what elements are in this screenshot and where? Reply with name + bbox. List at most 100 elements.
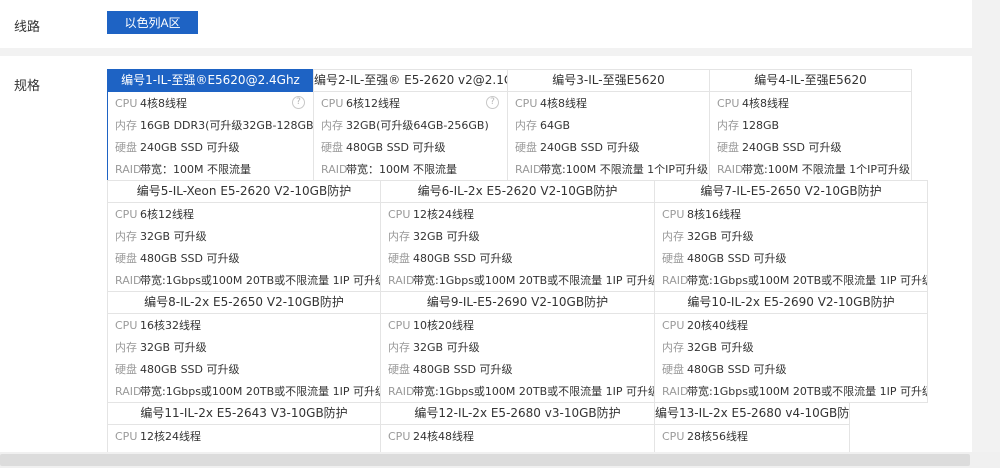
spec-card-8[interactable]: 编号8-IL-2x E5-2650 V2-10GB防护 CPU 16核32线程 内存 3… bbox=[107, 291, 381, 403]
spec-card-6[interactable]: 编号6-IL-2x E5-2620 V2-10GB防护 CPU 12核24线程 内存 3… bbox=[380, 180, 655, 292]
spec-key-raid: RAID bbox=[115, 384, 142, 398]
spec-key-disk: 硬盘 bbox=[115, 141, 137, 154]
spec-card-title: 编号4-IL-至强E5620 bbox=[710, 70, 911, 92]
spec-value-memory: 32GB 可升级 bbox=[687, 230, 754, 243]
spec-value-memory: 16GB DDR3(可升级32GB-128GB) bbox=[140, 119, 313, 132]
spec-value-cpu: 20核40线程 bbox=[687, 319, 748, 332]
spec-key-raid: RAID bbox=[717, 162, 744, 176]
spec-key-disk: 硬盘 bbox=[321, 141, 343, 154]
spec-value-disk: 480GB SSD 可升级 bbox=[140, 252, 240, 265]
spec-key-cpu: CPU bbox=[388, 318, 411, 332]
spec-value-disk: 480GB SSD 可升级 bbox=[413, 363, 513, 376]
spec-key-disk: 硬盘 bbox=[717, 141, 739, 154]
line-section: 线路 以色列A区 bbox=[0, 0, 972, 48]
spec-value-disk: 240GB SSD 可升级 bbox=[540, 141, 640, 154]
spec-value-memory: 32GB 可升级 bbox=[413, 230, 480, 243]
spec-row-raid: RAID 带宽:1Gbps或100M 20TB或不限流量 1IP 可升级 bbox=[381, 380, 654, 402]
line-option-israel-a-button[interactable]: 以色列A区 bbox=[107, 11, 198, 34]
spec-key-cpu: CPU bbox=[515, 96, 538, 110]
spec-key-memory: 内存 bbox=[115, 230, 137, 243]
spec-key-memory: 内存 bbox=[115, 341, 137, 354]
help-icon[interactable]: ? bbox=[486, 96, 499, 109]
spec-value-cpu: 10核20线程 bbox=[413, 319, 474, 332]
spec-card-9[interactable]: 编号9-IL-E5-2690 V2-10GB防护 CPU 10核20线程 内存 32GB… bbox=[380, 291, 655, 403]
spec-value-cpu: 24核48线程 bbox=[413, 430, 474, 443]
spec-key-memory: 内存 bbox=[321, 119, 343, 132]
spec-key-disk: 硬盘 bbox=[388, 252, 410, 265]
spec-value-raid: 带宽:100M 不限流量 1个IP可升级 bbox=[540, 163, 709, 176]
spec-row-raid: RAID 带宽:100M 不限流量 1个IP可升级 bbox=[710, 158, 911, 180]
scrollbar-thumb[interactable] bbox=[0, 454, 970, 466]
spec-key-raid: RAID bbox=[662, 384, 689, 398]
spec-key-disk: 硬盘 bbox=[662, 363, 684, 376]
spec-value-cpu: 8核16线程 bbox=[687, 208, 741, 221]
spec-row-disk: 硬盘 480GB SSD 可升级 bbox=[655, 358, 927, 380]
spec-card-title: 编号10-IL-2x E5-2690 V2-10GB防护 bbox=[655, 292, 927, 314]
spec-value-memory: 32GB 可升级 bbox=[413, 341, 480, 354]
spec-card-3[interactable]: 编号3-IL-至强E5620 CPU 4核8线程 内存 64GB 硬盘 240GB SSD … bbox=[507, 69, 710, 181]
spec-key-cpu: CPU bbox=[115, 429, 138, 443]
spec-card-title: 编号6-IL-2x E5-2620 V2-10GB防护 bbox=[381, 181, 654, 203]
spec-row-disk: 硬盘 480GB SSD 可升级 bbox=[381, 247, 654, 269]
spec-row-raid: RAID 带宽:1Gbps或100M 20TB或不限流量 1IP 可升级 bbox=[108, 380, 380, 402]
spec-key-cpu: CPU bbox=[388, 207, 411, 221]
spec-value-disk: 480GB SSD 可升级 bbox=[687, 252, 787, 265]
spec-key-cpu: CPU bbox=[662, 429, 685, 443]
spec-key-raid: RAID bbox=[662, 273, 689, 287]
spec-card-title: 编号1-IL-至强®E5620@2.4Ghz bbox=[108, 70, 313, 92]
spec-row-memory: 内存 32GB 可升级 bbox=[381, 225, 654, 247]
spec-value-disk: 240GB SSD 可升级 bbox=[742, 141, 842, 154]
spec-value-cpu: 6核12线程 bbox=[346, 97, 400, 110]
spec-value-raid: 带宽：100M 不限流量 bbox=[346, 163, 457, 176]
spec-value-raid: 带宽:1Gbps或100M 20TB或不限流量 1IP 可升级 bbox=[687, 385, 927, 398]
spec-key-memory: 内存 bbox=[662, 341, 684, 354]
spec-value-raid: 带宽:1Gbps或100M 20TB或不限流量 1IP 可升级 bbox=[413, 385, 654, 398]
spec-card-7[interactable]: 编号7-IL-E5-2650 V2-10GB防护 CPU 8核16线程 内存 32GB … bbox=[654, 180, 928, 292]
spec-card-10[interactable]: 编号10-IL-2x E5-2690 V2-10GB防护 CPU 20核40线程 内存… bbox=[654, 291, 928, 403]
spec-card-title: 编号12-IL-2x E5-2680 v3-10GB防护 bbox=[381, 403, 654, 425]
spec-value-memory: 32GB 可升级 bbox=[687, 341, 754, 354]
spec-key-cpu: CPU bbox=[662, 207, 685, 221]
spec-row-disk: 硬盘 480GB SSD 可升级 bbox=[655, 247, 927, 269]
spec-value-cpu: 4核8线程 bbox=[540, 97, 587, 110]
spec-value-cpu: 12核24线程 bbox=[140, 430, 201, 443]
spec-key-disk: 硬盘 bbox=[388, 363, 410, 376]
spec-card-4[interactable]: 编号4-IL-至强E5620 CPU 4核8线程 内存 128GB 硬盘 240GB SSD… bbox=[709, 69, 912, 181]
spec-row-memory: 内存 32GB 可升级 bbox=[108, 336, 380, 358]
spec-row-cpu: CPU 4核8线程 bbox=[508, 92, 709, 114]
spec-row-memory: 内存 64GB bbox=[508, 114, 709, 136]
spec-row-cpu: CPU 6核12线程? bbox=[314, 92, 507, 114]
spec-value-raid: 带宽:1Gbps或100M 20TB或不限流量 1IP 可升级 bbox=[140, 385, 380, 398]
spec-value-disk: 480GB SSD 可升级 bbox=[687, 363, 787, 376]
spec-value-raid: 带宽:1Gbps或100M 20TB或不限流量 1IP 可升级 bbox=[687, 274, 927, 287]
spec-row-raid: RAID 带宽：100M 不限流量 bbox=[108, 158, 313, 180]
spec-value-raid: 带宽:1Gbps或100M 20TB或不限流量 1IP 可升级 bbox=[413, 274, 654, 287]
help-icon[interactable]: ? bbox=[292, 96, 305, 109]
spec-row-memory: 内存 32GB 可升级 bbox=[381, 336, 654, 358]
spec-value-memory: 32GB 可升级 bbox=[140, 341, 207, 354]
spec-card-5[interactable]: 编号5-IL-Xeon E5-2620 V2-10GB防护 CPU 6核12线程 内存… bbox=[107, 180, 381, 292]
spec-row-raid: RAID 带宽:1Gbps或100M 20TB或不限流量 1IP 可升级 bbox=[655, 380, 927, 402]
line-label: 线路 bbox=[14, 20, 41, 35]
spec-key-cpu: CPU bbox=[321, 96, 344, 110]
spec-card-title: 编号11-IL-2x E5-2643 V3-10GB防护 bbox=[108, 403, 380, 425]
spec-value-disk: 480GB SSD 可升级 bbox=[413, 252, 513, 265]
spec-row-disk: 硬盘 240GB SSD 可升级 bbox=[108, 136, 313, 158]
spec-card-2[interactable]: 编号2-IL-至强® E5-2620 v2@2.1Ghz CPU 6核12线程? 内存… bbox=[313, 69, 508, 181]
spec-key-cpu: CPU bbox=[717, 96, 740, 110]
spec-key-memory: 内存 bbox=[388, 341, 410, 354]
spec-value-cpu: 28核56线程 bbox=[687, 430, 748, 443]
spec-row-disk: 硬盘 240GB SSD 可升级 bbox=[508, 136, 709, 158]
spec-row-memory: 内存 32GB 可升级 bbox=[655, 336, 927, 358]
spec-key-raid: RAID bbox=[388, 384, 415, 398]
spec-row-cpu: CPU 20核40线程 bbox=[655, 314, 927, 336]
spec-key-cpu: CPU bbox=[115, 96, 138, 110]
spec-key-disk: 硬盘 bbox=[115, 252, 137, 265]
spec-key-raid: RAID bbox=[388, 273, 415, 287]
spec-value-cpu: 4核8线程 bbox=[140, 97, 187, 110]
spec-row-cpu: CPU 28核56线程 bbox=[655, 425, 849, 447]
spec-row-raid: RAID 带宽:1Gbps或100M 20TB或不限流量 1IP 可升级 bbox=[108, 269, 380, 291]
spec-card-title: 编号3-IL-至强E5620 bbox=[508, 70, 709, 92]
spec-card-1[interactable]: 编号1-IL-至强®E5620@2.4Ghz CPU 4核8线程? 内存 16GB DD… bbox=[107, 69, 314, 181]
spec-row-disk: 硬盘 480GB SSD 可升级 bbox=[381, 358, 654, 380]
